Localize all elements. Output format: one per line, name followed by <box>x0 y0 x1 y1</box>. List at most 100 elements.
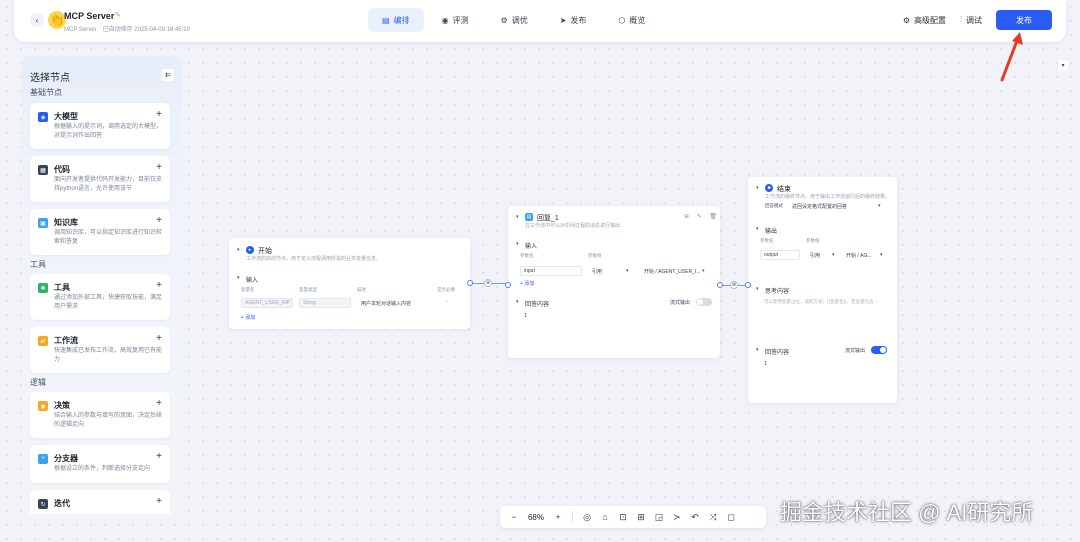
tab-tune[interactable]: ⚙ 调优 <box>487 8 542 32</box>
var-name-field[interactable]: AGENT_USER_INP <box>241 298 293 308</box>
node-branch[interactable]: ⑂ 分支器 + 根据设立的条件，判断选择分支走向 <box>30 445 170 483</box>
collapse-caret[interactable]: ▾ <box>756 286 759 292</box>
add-icon[interactable]: + <box>156 215 162 226</box>
collapse-caret[interactable]: ▾ <box>237 275 240 281</box>
header-actions: ⚙ 高级配置 ⫶ 调试 发布 <box>903 10 1052 30</box>
add-icon[interactable]: + <box>156 333 162 344</box>
input-port[interactable] <box>745 282 751 288</box>
node-desc: 面向开发者提供代码开发能力，目前仅支持python语言，允许使用该节 <box>54 177 163 192</box>
node-actions-icon[interactable]: ⊕ ✎ 🗑 <box>684 213 720 220</box>
col-header: 是否必要 <box>437 287 455 292</box>
top-header: ‹ 👏 MCP Server ✎ MCP Server 已自动保存 2025-04… <box>14 0 1066 42</box>
collapse-caret[interactable]: ▾ <box>516 214 519 220</box>
debug-button[interactable]: ⫶ 调试 <box>960 15 982 26</box>
collapse-caret[interactable]: ▾ <box>756 226 759 232</box>
param-value-select[interactable]: 开始 / AGENT_USER_I... <box>644 268 700 275</box>
node-code[interactable]: ▦ 代码 + 面向开发者提供代码开发能力，目前仅支持python语言，允许使用该… <box>30 156 170 202</box>
sliders-icon: ⫶ <box>960 15 962 24</box>
node-desc: 根据设立的条件，判断选择分支走向 <box>54 466 151 472</box>
add-icon[interactable]: + <box>156 451 162 462</box>
thinking-field[interactable]: 可以使用变量占位，读取方式：{{变量名}}，若变量包含... <box>764 298 888 305</box>
tab-label: 调优 <box>511 15 528 25</box>
answer-mode-select[interactable]: 返回设定格式配置的回答 <box>792 203 847 210</box>
tab-orchestrate[interactable]: ▤ 编排 <box>368 8 424 32</box>
node-workflow[interactable]: ⇄ 工作流 + 快速集成已发布工作流，高效复用已有能力 <box>30 327 170 373</box>
branch-icon: ⑂ <box>38 454 48 464</box>
home-icon[interactable]: ⌂ <box>597 512 613 522</box>
output-port[interactable] <box>717 282 723 288</box>
tab-overview[interactable]: ⬡ 概览 <box>604 8 659 32</box>
back-icon[interactable]: ‹ <box>30 13 44 27</box>
stream-output-toggle[interactable] <box>871 346 887 354</box>
zoom-out-icon[interactable]: − <box>506 512 522 522</box>
saved-status: 已自动保存 2025-04-09 16:45:10 <box>102 27 190 33</box>
add-param-button[interactable]: + 添加 <box>241 314 255 321</box>
chevron-down-icon[interactable]: ▾ <box>626 268 629 274</box>
watermark-text: 掘金技术社区 @ AI研究所 <box>780 500 1034 525</box>
add-icon[interactable]: + <box>156 496 162 507</box>
node-tool[interactable]: ✱ 工具 + 通过添加外部工具，快捷获取技能，满足用户需求 <box>30 274 170 320</box>
chevron-down-icon[interactable]: ▾ <box>832 252 835 258</box>
collapse-caret[interactable]: ▾ <box>516 299 519 305</box>
end-node[interactable]: ▾ ■ 结束 工作流的最终节点，用于输出工作流运行后的最终结果。 回答模式 返回… <box>745 177 897 403</box>
start-node[interactable]: ▾ ▸ 开始 工作流的启动节点，用于定义流程调用所需的业务变量信息。 ▾ 输入 … <box>229 238 473 329</box>
undo-icon[interactable]: ↶ <box>687 512 703 523</box>
tab-publish[interactable]: ➤ 发布 <box>546 8 601 32</box>
node-llm[interactable]: ◈ 大模型 + 根据输入的提示词，调用选定的大模型，对提示词作出回答 <box>30 103 170 149</box>
node-name: 分支器 <box>54 454 78 463</box>
tab-evaluate[interactable]: ◉ 评测 <box>428 8 483 32</box>
chevron-down-icon[interactable]: ▾ <box>880 252 883 258</box>
collapse-caret[interactable]: ▾ <box>516 241 519 247</box>
add-icon[interactable]: + <box>156 162 162 173</box>
required-check-icon[interactable]: ✓ <box>445 299 449 305</box>
edit-title-icon[interactable]: ✎ <box>115 11 121 19</box>
side-tool-icon[interactable]: ▾ <box>1058 60 1068 70</box>
add-icon[interactable]: + <box>156 280 162 291</box>
var-type-select[interactable]: String <box>299 298 351 308</box>
iterate-icon: ↻ <box>38 499 48 509</box>
node-desc: 调用知识库，可以指定知识库进行知识检索和答复 <box>54 230 163 245</box>
chevron-down-icon[interactable]: ▾ <box>702 268 705 274</box>
publish-button[interactable]: 发布 <box>996 10 1052 30</box>
output-port[interactable] <box>467 280 473 286</box>
collapse-caret[interactable]: ▾ <box>756 185 759 191</box>
shuffle-icon[interactable]: ⤨ <box>705 512 721 523</box>
zoom-in-icon[interactable]: + <box>550 512 566 522</box>
insert-node-icon[interactable]: ⊕ <box>484 279 492 287</box>
reply-content-field[interactable]: 1 <box>764 361 767 367</box>
reply-content-field[interactable]: 1 <box>524 313 527 319</box>
collapse-icon[interactable]: ⇇ <box>162 69 174 81</box>
locate-icon[interactable]: ◎ <box>579 512 595 523</box>
param-type-select[interactable]: 引用 <box>592 268 602 275</box>
node-desc: 快速集成已发布工作流，高效复用已有能力 <box>54 348 163 363</box>
add-icon[interactable]: + <box>156 109 162 120</box>
fit-view-icon[interactable]: ⊡ <box>615 512 631 523</box>
comment-icon[interactable]: ◻ <box>723 512 739 523</box>
stream-output-toggle[interactable] <box>696 298 712 306</box>
chevron-down-icon[interactable]: ▾ <box>878 203 881 209</box>
param-value-select[interactable]: 开始 / AG... <box>846 252 872 259</box>
collapse-caret[interactable]: ▾ <box>237 247 240 253</box>
node-knowledge[interactable]: ▣ 知识库 + 调用知识库，可以指定知识库进行知识检索和答复 <box>30 209 170 255</box>
app-subtitle: MCP Server 已自动保存 2025-04-09 16:45:10 <box>64 24 190 33</box>
input-port[interactable] <box>505 282 511 288</box>
insert-node-icon[interactable]: ⊕ <box>730 281 738 289</box>
node-name: 工具 <box>54 283 70 292</box>
reply-node[interactable]: ▾ ▤ 回复_1 ⊕ ✎ 🗑 在工作流中可以对中间过程的消息进行输出 ▾ 输入 … <box>505 206 723 358</box>
stop-icon: ■ <box>765 184 773 192</box>
collapse-caret[interactable]: ▾ <box>756 347 759 353</box>
zoom-level[interactable]: 68% <box>524 513 548 522</box>
minimap-icon[interactable]: ◲ <box>651 512 667 523</box>
advanced-config-button[interactable]: ⚙ 高级配置 <box>903 15 946 26</box>
param-name-field[interactable]: input <box>520 266 582 276</box>
layout-icon[interactable]: ⊞ <box>633 512 649 523</box>
settings-icon: ⚙ <box>902 15 910 25</box>
connect-icon[interactable]: ≻ <box>669 512 685 523</box>
node-iterate[interactable]: ↻ 迭代 + <box>30 490 170 514</box>
node-decision[interactable]: ◆ 决策 + 结合输入的参数与填写的意图，决定后续的逻辑走向 <box>30 392 170 438</box>
add-param-button[interactable]: + 添加 <box>520 280 534 287</box>
add-icon[interactable]: + <box>156 398 162 409</box>
param-name-field[interactable]: output <box>760 250 800 260</box>
param-type-select[interactable]: 引用 <box>810 252 820 259</box>
var-desc[interactable]: 用户本轮对话输入内容 <box>361 300 411 307</box>
